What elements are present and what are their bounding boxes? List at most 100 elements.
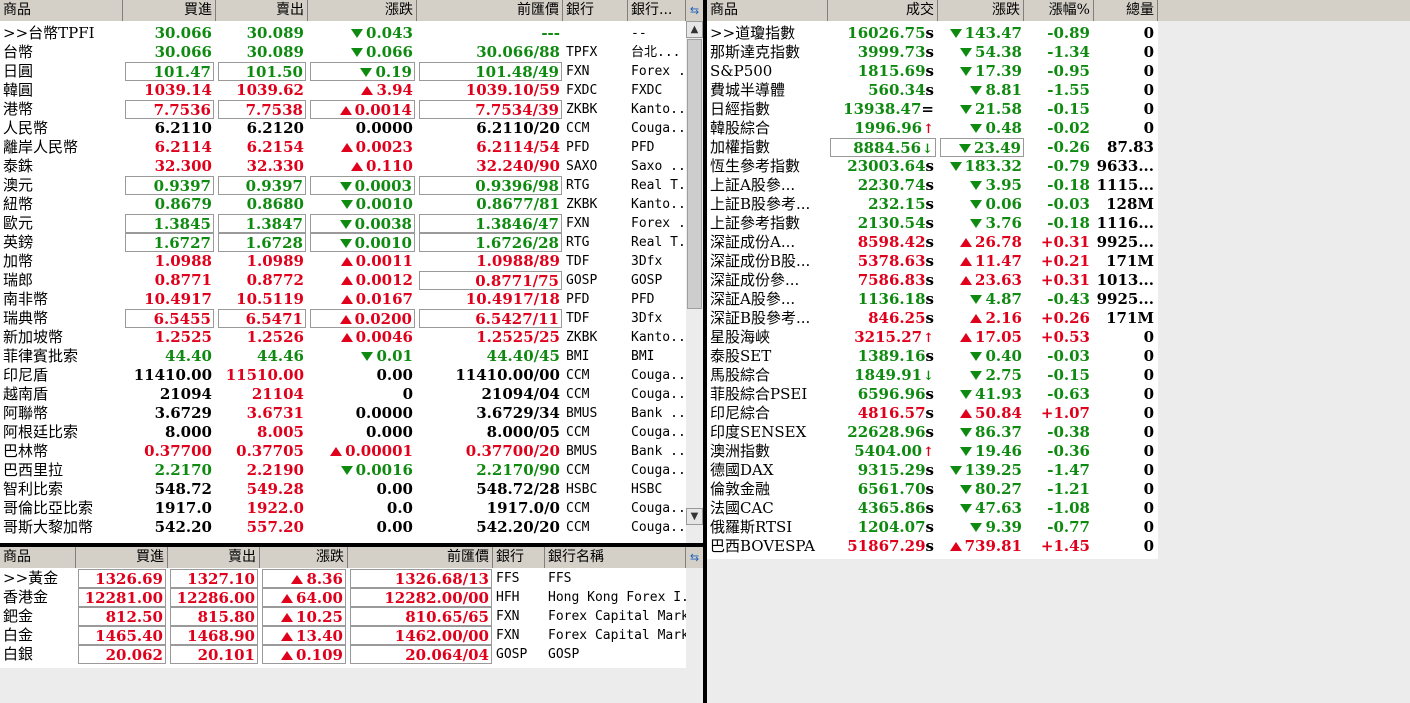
table-row[interactable]: 費城半導體 560.34s 8.81 -1.55 0 [707, 81, 1158, 100]
table-row[interactable]: 法國CAC 4365.86s 47.63 -1.08 0 [707, 499, 1158, 518]
table-row[interactable]: 那斯達克指數 3999.73s 54.38 -1.34 0 [707, 43, 1158, 62]
cell-text: 印尼盾 [3, 366, 49, 384]
table-row[interactable]: 印尼綜合 4816.57s 50.84 +1.07 0 [707, 404, 1158, 423]
table-row[interactable]: 上証參考指數 2130.54s 3.76 -0.18 1116... [707, 214, 1158, 233]
cell-text: 21094/04 [481, 385, 560, 403]
product-name: 瑞郎 [0, 271, 123, 290]
table-row[interactable]: 巴西里拉 2.2170 2.2190 0.0016 2.2170/90 CCM Couga.… [0, 461, 686, 480]
cell-text: 20.062 [105, 646, 163, 664]
fx-col-bank[interactable]: 銀行 [563, 0, 628, 21]
table-row[interactable]: 澳洲指數 5404.00↑ 19.46 -0.36 0 [707, 442, 1158, 461]
change-percent: +1.45 [1026, 537, 1092, 556]
fx-scrollbar[interactable]: ▲ ▼ [686, 21, 703, 543]
table-row[interactable]: 人民幣 6.2110 6.2120 0.0000 6.2110/20 CCM Couga..… [0, 119, 686, 138]
table-row[interactable]: 加權指數 8884.56↓ 23.49 -0.26 87.83 [707, 138, 1158, 157]
table-row[interactable]: 加幣 1.0988 1.0989 0.0011 1.0988/89 TDF 3Dfx [0, 252, 686, 271]
index-col-price[interactable]: 成交 [828, 0, 938, 21]
table-row[interactable]: 深証B股參考... 846.25s 2.16 +0.26 171M [707, 309, 1158, 328]
change-value: 0.00 [310, 480, 415, 499]
cell-text: 0.0011 [355, 252, 413, 270]
table-row[interactable]: 日圓 101.47 101.50 0.19 101.48/49 FXN Forex ... [0, 62, 686, 81]
table-row[interactable]: 星股海峽 3215.27↑ 17.05 +0.53 0 [707, 328, 1158, 347]
table-row[interactable]: 韓圓 1039.14 1039.62 3.94 1039.10/59 FXDC FXDC [0, 81, 686, 100]
fx-col-prev[interactable]: 前匯價 [417, 0, 563, 21]
table-row[interactable]: 瑞典幣 6.5455 6.5471 0.0200 6.5427/11 TDF 3Dfx [0, 309, 686, 328]
table-row[interactable]: 菲股綜合PSEI 6596.96s 41.93 -0.63 0 [707, 385, 1158, 404]
refresh-icon[interactable]: ⇆ [686, 0, 703, 21]
table-row[interactable]: 馬股綜合 1849.91↓ 2.75 -0.15 0 [707, 366, 1158, 385]
index-name: 韓股綜合 [707, 119, 828, 138]
table-row[interactable]: >>台幣TPFI 30.066 30.089 0.043 --- -- [0, 24, 686, 43]
table-row[interactable]: 印尼盾 11410.00 11510.00 0.00 11410.00/00 CCM Cou… [0, 366, 686, 385]
index-col-pct[interactable]: 漲幅% [1024, 0, 1094, 21]
table-row[interactable]: 倫敦金融 6561.70s 80.27 -1.21 0 [707, 480, 1158, 499]
table-row[interactable]: 歐元 1.3845 1.3847 0.0038 1.3846/47 FXN Forex ..… [0, 214, 686, 233]
index-name: 馬股綜合 [707, 366, 828, 385]
table-row[interactable]: 離岸人民幣 6.2114 6.2154 0.0023 6.2114/54 PFD PFD [0, 138, 686, 157]
table-row[interactable]: >>黃金 1326.69 1327.10 8.36 1326.68/13 FFS FFS [0, 569, 686, 588]
table-row[interactable]: 新加坡幣 1.2525 1.2526 0.0046 1.2525/25 ZKBK Kanto… [0, 328, 686, 347]
scroll-up-icon[interactable]: ▲ [686, 21, 703, 38]
table-row[interactable]: 韓股綜合 1996.96↑ 0.48 -0.02 0 [707, 119, 1158, 138]
table-row[interactable]: 深証成份B股... 5378.63s 11.47 +0.21 171M [707, 252, 1158, 271]
table-row[interactable]: 哥斯大黎加幣 542.20 557.20 0.00 542.20/20 CCM Couga.… [0, 518, 686, 537]
cell-text: 4.87 [985, 290, 1022, 308]
table-row[interactable]: 德國DAX 9315.29s 139.25 -1.47 0 [707, 461, 1158, 480]
table-row[interactable]: 日經指數 13938.47= 21.58 -0.15 0 [707, 100, 1158, 119]
table-row[interactable]: 泰股SET 1389.16s 0.40 -0.03 0 [707, 347, 1158, 366]
table-row[interactable]: 阿聯幣 3.6729 3.6731 0.0000 3.6729/34 BMUS Bank .… [0, 404, 686, 423]
scroll-down-icon[interactable]: ▼ [686, 508, 703, 525]
fx-col-change[interactable]: 漲跌 [308, 0, 417, 21]
table-row[interactable]: 香港金 12281.00 12286.00 64.00 12282.00/00 HFH Ho… [0, 588, 686, 607]
cell-text: +1.07 [1040, 404, 1090, 422]
table-row[interactable]: 哥倫比亞比索 1917.0 1922.0 0.0 1917.0/0 CCM Couga... [0, 499, 686, 518]
price-status-mark: s [925, 176, 934, 194]
table-row[interactable]: 菲律賓批索 44.40 44.46 0.01 44.40/45 BMI BMI [0, 347, 686, 366]
index-col-change[interactable]: 漲跌 [938, 0, 1024, 21]
table-row[interactable]: 瑞郎 0.8771 0.8772 0.0012 0.8771/75 GOSP GOSP [0, 271, 686, 290]
table-row[interactable]: 英鎊 1.6727 1.6728 0.0010 1.6726/28 RTG Real T..… [0, 233, 686, 252]
cell-text: 11510.00 [225, 366, 304, 384]
table-row[interactable]: 智利比索 548.72 549.28 0.00 548.72/28 HSBC HSBC [0, 480, 686, 499]
table-row[interactable]: 巴林幣 0.37700 0.37705 0.00001 0.37700/20 BMUS Ba… [0, 442, 686, 461]
table-row[interactable]: 泰銖 32.300 32.330 0.110 32.240/90 SAXO Saxo ... [0, 157, 686, 176]
bank-code: FXDC [563, 81, 628, 100]
table-row[interactable]: 深証成份A... 8598.42s 26.78 +0.31 9925... [707, 233, 1158, 252]
table-row[interactable]: 深証A股參... 1136.18s 4.87 -0.43 9925... [707, 290, 1158, 309]
table-row[interactable]: 巴西BOVESPA 51867.29s 739.81 +1.45 0 [707, 537, 1158, 556]
table-row[interactable]: 港幣 7.7536 7.7538 0.0014 7.7534/39 ZKBK Kanto..… [0, 100, 686, 119]
table-row[interactable]: 上証B股參考... 232.15s 0.06 -0.03 128M [707, 195, 1158, 214]
scroll-thumb[interactable] [687, 39, 702, 309]
index-name: 恆生參考指數 [707, 157, 828, 176]
table-row[interactable]: 白銀 20.062 20.101 0.109 20.064/04 GOSP GOSP [0, 645, 686, 664]
table-row[interactable]: S&P500 1815.69s 17.39 -0.95 0 [707, 62, 1158, 81]
table-row[interactable]: 阿根廷比索 8.000 8.005 0.000 8.000/05 CCM Couga... [0, 423, 686, 442]
change-percent: -0.43 [1026, 290, 1092, 309]
table-row[interactable]: 白金 1465.40 1468.90 13.40 1462.00/00 FXN Forex … [0, 626, 686, 645]
table-row[interactable]: 南非幣 10.4917 10.5119 0.0167 10.4917/18 PFD PFD [0, 290, 686, 309]
cell-text: Hong Kong Forex I... [548, 590, 686, 605]
fx-col-product[interactable]: 商品 [0, 0, 123, 21]
index-col-product[interactable]: 商品 [707, 0, 828, 21]
table-row[interactable]: 台幣 30.066 30.089 0.066 30.066/88 TPFX 台北... [0, 43, 686, 62]
triangle-up-icon [960, 257, 973, 266]
table-row[interactable]: 印度SENSEX 22628.96s 86.37 -0.38 0 [707, 423, 1158, 442]
table-row[interactable]: 恆生參考指數 23003.64s 183.32 -0.79 9633... [707, 157, 1158, 176]
refresh-icon[interactable]: ⇆ [686, 547, 703, 568]
change-value: 0.0038 [310, 214, 415, 233]
fx-col-bankname[interactable]: 銀行... [628, 0, 686, 21]
table-row[interactable]: 紐幣 0.8679 0.8680 0.0010 0.8677/81 ZKBK Kanto..… [0, 195, 686, 214]
table-row[interactable]: >>道瓊指數 16026.75s 143.47 -0.89 0 [707, 24, 1158, 43]
table-row[interactable]: 鈀金 812.50 815.80 10.25 810.65/65 FXN Forex Cap… [0, 607, 686, 626]
table-row[interactable]: 澳元 0.9397 0.9397 0.0003 0.9396/98 RTG Real T..… [0, 176, 686, 195]
fx-col-bid[interactable]: 買進 [123, 0, 216, 21]
table-row[interactable]: 上証A股參... 2230.74s 3.95 -0.18 1115... [707, 176, 1158, 195]
index-col-volume[interactable]: 總量 [1094, 0, 1158, 21]
table-row[interactable]: 俄羅斯RTSI 1204.07s 9.39 -0.77 0 [707, 518, 1158, 537]
fx-col-ask[interactable]: 賣出 [216, 0, 308, 21]
table-row[interactable]: 深証成份參... 7586.83s 23.63 +0.31 1013... [707, 271, 1158, 290]
triangle-down-icon [970, 200, 983, 209]
change-percent: +0.21 [1026, 252, 1092, 271]
table-row[interactable]: 越南盾 21094 21104 0 21094/04 CCM Couga... [0, 385, 686, 404]
bank-name: Real T... [628, 233, 686, 252]
